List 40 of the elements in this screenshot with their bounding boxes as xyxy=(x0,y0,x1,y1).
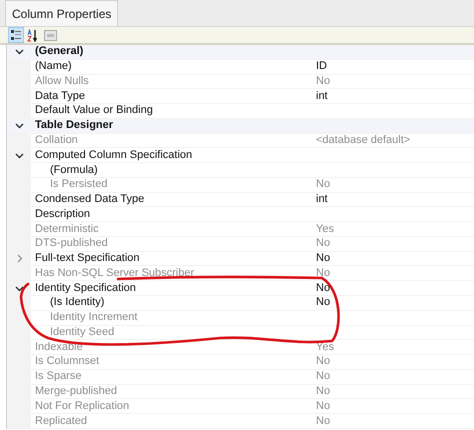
property-value: No xyxy=(316,416,330,427)
category-label[interactable]: Table Designer xyxy=(35,120,114,132)
property-value: No xyxy=(316,179,330,190)
property-value: No xyxy=(316,356,330,368)
property-value: Yes xyxy=(316,224,334,235)
property-value: No xyxy=(316,400,330,412)
property-name[interactable]: (Formula) xyxy=(50,164,98,176)
property-value: int xyxy=(316,194,328,206)
property-name[interactable]: (Is Identity) xyxy=(50,297,104,308)
property-name[interactable]: Default Value or Binding xyxy=(35,105,153,116)
chevron-down-icon[interactable] xyxy=(14,284,24,293)
property-name[interactable]: Description xyxy=(35,208,90,220)
property-pages-icon xyxy=(44,30,57,40)
tab[interactable]: Column Properties xyxy=(5,0,118,26)
property-value: No xyxy=(316,386,330,397)
chevron-down-icon[interactable] xyxy=(14,150,24,160)
property-value: No xyxy=(316,297,330,308)
property-value: No xyxy=(316,268,330,279)
property-value: <database default> xyxy=(316,134,410,146)
property-name[interactable]: Condensed Data Type xyxy=(35,194,144,206)
property-value: No xyxy=(316,238,330,250)
property-value: No xyxy=(316,76,330,87)
category-label[interactable]: (General) xyxy=(35,46,84,58)
property-name[interactable]: Data Type xyxy=(35,90,85,102)
property-name[interactable]: Full-text Specification xyxy=(35,253,140,264)
chevron-down-icon[interactable] xyxy=(14,121,24,130)
chevron-down-icon[interactable] xyxy=(14,47,24,56)
sort-az-icon xyxy=(27,28,39,42)
property-value: No xyxy=(316,282,330,294)
property-name[interactable]: Computed Column Specification xyxy=(35,150,192,161)
property-value: No xyxy=(316,253,330,264)
categorized-icon xyxy=(10,29,22,41)
property-value: ID xyxy=(316,61,327,72)
chevron-right-icon[interactable] xyxy=(14,254,24,264)
toolbar-button[interactable] xyxy=(8,27,24,43)
property-value: No xyxy=(316,371,330,382)
property-value: int xyxy=(316,90,328,102)
property-value: Yes xyxy=(316,342,334,353)
property-name[interactable]: Identity Specification xyxy=(35,282,136,294)
property-name[interactable]: (Name) xyxy=(35,61,72,72)
